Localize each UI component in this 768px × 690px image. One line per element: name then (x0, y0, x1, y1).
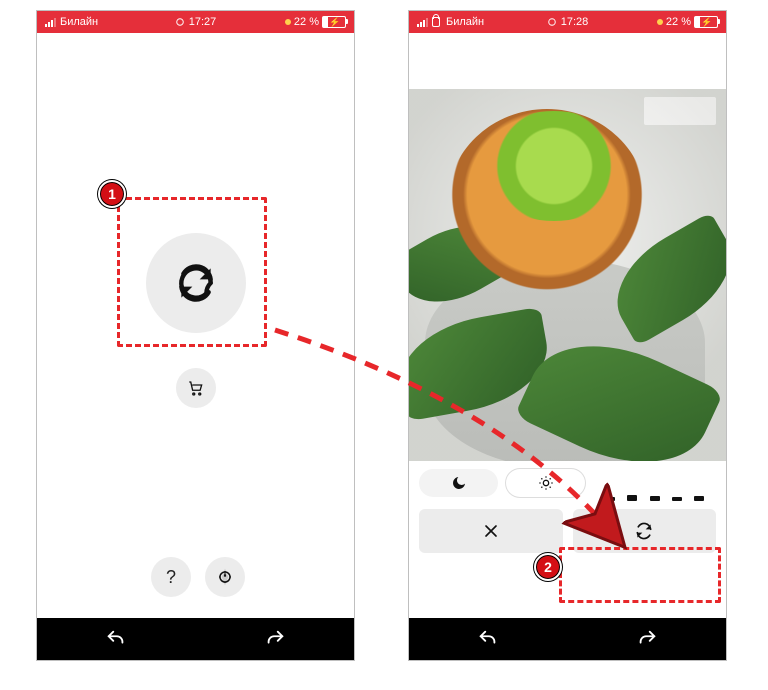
help-icon: ? (166, 567, 176, 588)
signal-icon (45, 17, 56, 27)
level-bar (672, 497, 682, 501)
carrier-label: Билайн (446, 16, 484, 28)
status-right: 22 % ⚡ (285, 16, 346, 28)
lock-icon (432, 17, 440, 27)
status-left: Билайн (417, 16, 484, 28)
levels-mode-button[interactable] (593, 469, 716, 501)
status-right: 22 % ⚡ (657, 16, 718, 28)
tutorial-stage: Билайн 17:27 22 % ⚡ (0, 0, 768, 690)
level-bar (605, 497, 615, 501)
notification-dot (285, 19, 291, 25)
redo-icon (264, 628, 286, 650)
redo-icon (636, 628, 658, 650)
highlight-box-step-2 (559, 547, 721, 603)
refresh-icon (634, 521, 654, 541)
carrier-label: Билайн (60, 16, 98, 28)
bottom-nav (409, 618, 726, 660)
activity-icon (175, 17, 185, 27)
activity-icon (547, 17, 557, 27)
settings-icon (215, 567, 235, 587)
night-icon (451, 475, 467, 491)
cart-button[interactable] (176, 368, 216, 408)
close-icon (481, 521, 501, 541)
confirm-row (409, 505, 726, 553)
food-image (409, 89, 726, 461)
status-bar: Билайн 17:28 22 % ⚡ (409, 11, 726, 33)
level-bar (650, 496, 660, 501)
notification-dot (657, 19, 663, 25)
top-toolbar (409, 33, 726, 89)
bottom-nav (37, 618, 354, 660)
cart-icon (187, 379, 205, 397)
battery-icon: ⚡ (694, 16, 718, 28)
level-bar (694, 496, 704, 501)
battery-label: 22 % (666, 16, 691, 28)
step-badge-2: 2 (534, 553, 562, 581)
help-button[interactable]: ? (151, 557, 191, 597)
level-bar (627, 495, 637, 501)
status-left: Билайн (45, 16, 98, 28)
cancel-button[interactable] (419, 509, 563, 553)
highlight-box-step-1 (117, 197, 267, 347)
redo-button[interactable] (636, 628, 658, 650)
step-badge-1: 1 (98, 180, 126, 208)
undo-icon (477, 628, 499, 650)
night-mode-button[interactable] (419, 469, 498, 497)
photo-preview (409, 33, 726, 461)
brightness-icon (538, 475, 554, 491)
undo-icon (105, 628, 127, 650)
battery-label: 22 % (294, 16, 319, 28)
undo-button[interactable] (105, 628, 127, 650)
signal-icon (417, 17, 428, 27)
settings-button[interactable] (205, 557, 245, 597)
clock-label: 17:28 (561, 16, 589, 28)
clock-label: 17:27 (189, 16, 217, 28)
undo-button[interactable] (477, 628, 499, 650)
redo-button[interactable] (264, 628, 286, 650)
status-bar: Билайн 17:27 22 % ⚡ (37, 11, 354, 33)
brightness-mode-button[interactable] (506, 469, 585, 497)
battery-icon: ⚡ (322, 16, 346, 28)
modes-row (409, 461, 726, 505)
